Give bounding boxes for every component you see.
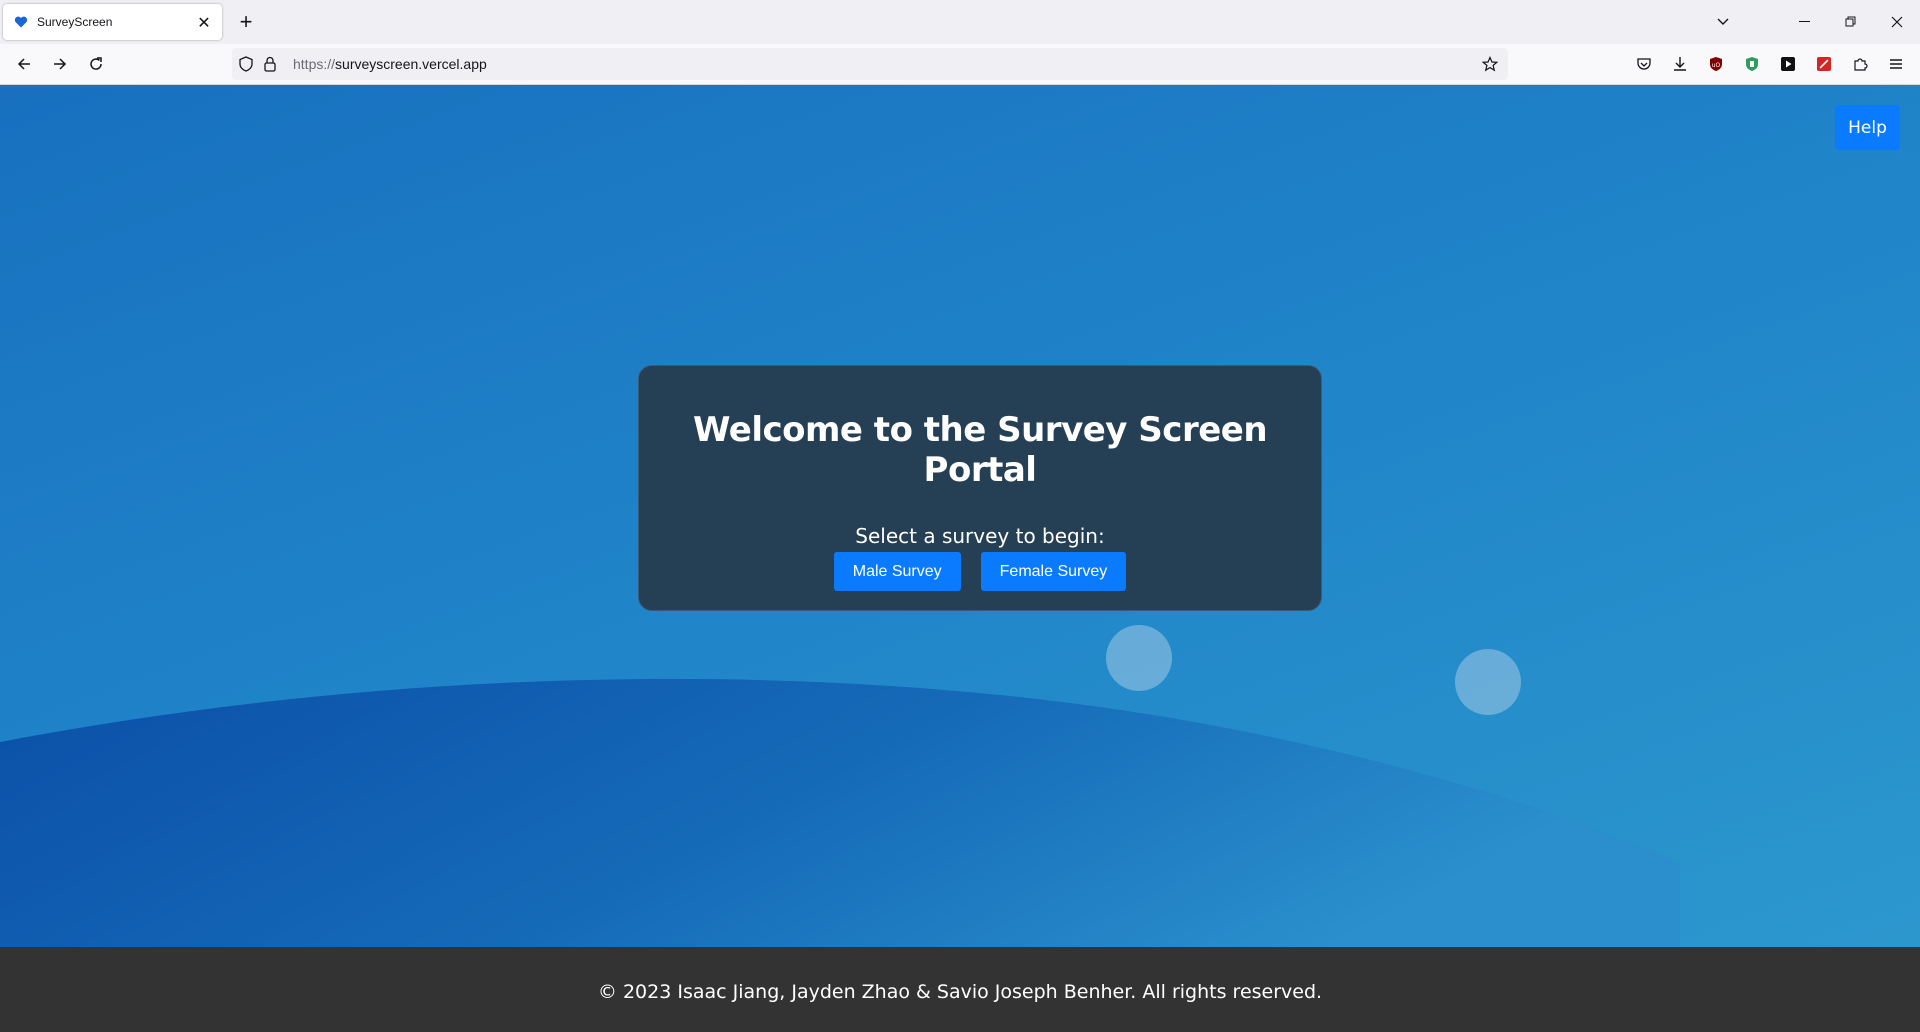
page-content: Help Welcome to the Survey Screen Portal… [0, 85, 1920, 947]
blue-heart-icon [13, 14, 29, 30]
url-scheme: https:// [293, 56, 336, 72]
card-subtitle: Select a survey to begin: [855, 524, 1105, 548]
decorative-bubble [1455, 649, 1521, 715]
arrow-left-icon[interactable] [10, 50, 38, 78]
pocket-icon[interactable] [1634, 54, 1654, 74]
welcome-card: Welcome to the Survey Screen Portal Sele… [638, 365, 1322, 611]
decorative-bubble [1106, 625, 1172, 691]
footer: © 2023 Isaac Jiang, Jayden Zhao & Savio … [0, 947, 1920, 1032]
privacy-badger-icon[interactable] [1742, 54, 1762, 74]
shield-icon[interactable] [238, 56, 254, 76]
new-tab-button[interactable]: + [232, 8, 260, 36]
close-window-icon[interactable] [1874, 0, 1920, 44]
svg-text:uO: uO [1712, 62, 1721, 69]
lock-icon[interactable] [263, 56, 277, 76]
download-icon[interactable] [1670, 54, 1690, 74]
survey-button-row: Male Survey Female Survey [639, 552, 1321, 591]
pdf-tool-icon[interactable] [1814, 54, 1834, 74]
female-survey-button[interactable]: Female Survey [980, 552, 1127, 591]
restore-icon[interactable] [1828, 0, 1874, 44]
reload-icon[interactable] [82, 50, 110, 78]
page-title: Welcome to the Survey Screen Portal [692, 410, 1268, 490]
tab-surveyscreen[interactable]: SurveyScreen ✕ [3, 4, 222, 40]
url-host: surveyscreen.vercel.app [335, 56, 487, 72]
copyright-text: © 2023 Isaac Jiang, Jayden Zhao & Savio … [597, 980, 1323, 1003]
minimize-icon[interactable] [1782, 0, 1828, 44]
extensions-puzzle-icon[interactable] [1850, 54, 1870, 74]
hamburger-icon[interactable] [1886, 54, 1906, 74]
url-text[interactable]: https://surveyscreen.vercel.app [293, 56, 487, 72]
male-survey-button[interactable]: Male Survey [833, 552, 961, 591]
ublock-origin-icon[interactable]: uO [1706, 54, 1726, 74]
video-player-icon[interactable] [1778, 54, 1798, 74]
navigation-toolbar: https://surveyscreen.vercel.app uO [0, 44, 1920, 85]
chevron-down-icon[interactable] [1700, 0, 1746, 44]
tab-bar: SurveyScreen ✕ + [0, 0, 1920, 44]
star-icon[interactable] [1481, 56, 1499, 76]
arrow-right-icon[interactable] [46, 50, 74, 78]
help-button[interactable]: Help [1835, 105, 1900, 150]
close-icon[interactable]: ✕ [192, 10, 216, 34]
url-bar[interactable]: https://surveyscreen.vercel.app [232, 48, 1508, 80]
tab-title: SurveyScreen [37, 15, 113, 29]
